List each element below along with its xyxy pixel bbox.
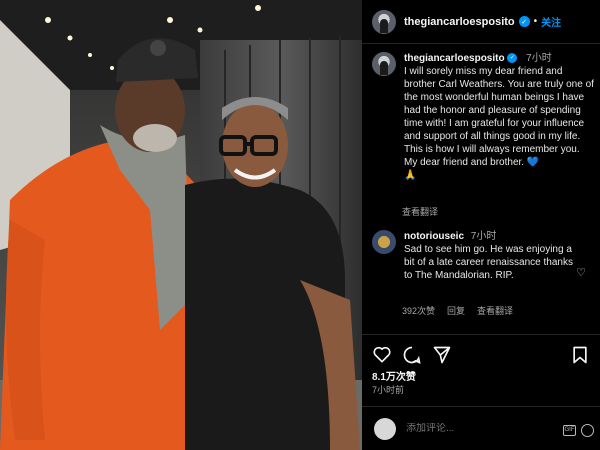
caption: thegiancarloesposito ✓ 7小时 I will sorely… bbox=[372, 52, 594, 182]
caption-avatar[interactable] bbox=[372, 52, 396, 76]
gif-icon[interactable]: GIF bbox=[563, 425, 576, 436]
comment-item: notoriouseic 7小时 Sad to see him go. He w… bbox=[372, 230, 594, 282]
comment-translate-link[interactable]: 查看翻译 bbox=[477, 304, 513, 317]
likes-count[interactable]: 8.1万次赞 bbox=[372, 368, 416, 383]
blue-heart-emoji: 💙 bbox=[526, 157, 540, 168]
verified-badge-icon: ✓ bbox=[518, 16, 530, 27]
add-comment-input[interactable] bbox=[406, 423, 556, 434]
caption-translate-link[interactable]: 查看翻译 bbox=[402, 205, 438, 218]
bookmark-icon[interactable] bbox=[570, 345, 590, 365]
user-avatar bbox=[374, 417, 396, 440]
author-avatar[interactable] bbox=[372, 9, 396, 34]
post-sidebar: thegiancarloesposito ✓ • 关注 thegiancarlo… bbox=[362, 0, 600, 450]
post-photo[interactable] bbox=[0, 0, 362, 450]
follow-button[interactable]: 关注 bbox=[541, 14, 561, 29]
caption-text: I will sorely miss my dear friend and br… bbox=[404, 66, 594, 168]
comment-icon[interactable] bbox=[402, 345, 422, 365]
commenter-avatar[interactable] bbox=[372, 230, 396, 254]
header-separator: • bbox=[533, 16, 538, 27]
post-header: thegiancarloesposito ✓ • 关注 bbox=[362, 0, 600, 44]
caption-username[interactable]: thegiancarloesposito bbox=[404, 53, 505, 64]
emoji-icon[interactable] bbox=[581, 424, 594, 437]
author-username[interactable]: thegiancarloesposito bbox=[404, 16, 515, 28]
verified-badge-icon: ✓ bbox=[507, 53, 518, 64]
comment-likes[interactable]: 392次赞 bbox=[402, 304, 435, 317]
photo-illustration bbox=[0, 0, 362, 450]
share-icon[interactable] bbox=[432, 345, 452, 365]
commenter-username[interactable]: notoriouseic bbox=[404, 231, 464, 242]
pray-emoji: 🙏 bbox=[404, 170, 417, 181]
posted-ago: 7小时前 bbox=[372, 385, 405, 395]
heart-icon[interactable] bbox=[372, 345, 392, 365]
comment-time: 7小时 bbox=[470, 231, 497, 242]
comment-like-heart-icon[interactable]: ♡ bbox=[576, 266, 586, 279]
comment-reply-button[interactable]: 回复 bbox=[447, 304, 465, 317]
comment-text: Sad to see him go. He was enjoying a bit… bbox=[404, 244, 573, 281]
comment-meta: 392次赞 回复 查看翻译 bbox=[402, 304, 513, 317]
add-comment-bar: GIF bbox=[362, 406, 600, 450]
caption-time: 7小时 bbox=[526, 53, 552, 64]
